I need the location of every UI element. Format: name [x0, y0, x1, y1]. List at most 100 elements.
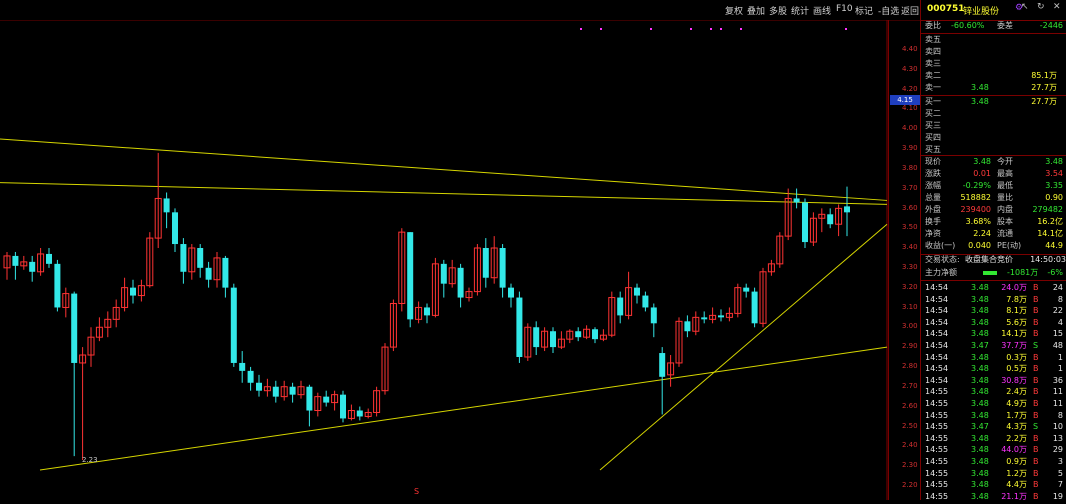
quote-value: 3.54: [1045, 169, 1063, 178]
tick-time: 14:55: [925, 491, 949, 500]
weibi-label: 委比: [925, 21, 941, 30]
toolbar-item-4[interactable]: 画线: [813, 4, 831, 17]
tick-row[interactable]: 14:55 3.48 4.4万 B 7: [921, 479, 1066, 490]
price-tick: 4.00: [902, 124, 918, 133]
tick-row[interactable]: 14:54 3.48 24.0万 B 24: [921, 282, 1066, 293]
current-price-marker: 4.15: [890, 94, 920, 105]
order-label: 卖一: [925, 83, 941, 92]
tick-row[interactable]: 14:55 3.48 4.9万 B 11: [921, 398, 1066, 409]
order-label: 卖二: [925, 71, 941, 80]
tick-row[interactable]: 14:54 3.48 5.6万 B 4: [921, 317, 1066, 328]
refresh-icon[interactable]: ↻: [1037, 2, 1045, 12]
order-label: 卖五: [925, 35, 941, 44]
candle-body: [827, 214, 834, 225]
tick-side: B: [1033, 306, 1039, 316]
candle-body: [642, 295, 649, 308]
close-icon[interactable]: ✕: [1053, 2, 1061, 12]
candle-body: [306, 386, 313, 411]
quote-label: 涨幅: [925, 181, 941, 190]
tick-side: B: [1033, 329, 1039, 339]
tick-row[interactable]: 14:54 3.48 30.8万 B 36: [921, 375, 1066, 386]
tick-volume: 5.6万: [1006, 317, 1027, 327]
tick-row[interactable]: 14:54 3.48 14.1万 B 15: [921, 328, 1066, 339]
candle-body: [718, 315, 724, 318]
candle-body: [46, 253, 52, 264]
tick-row[interactable]: 14:54 3.48 8.1万 B 22: [921, 305, 1066, 316]
quote-value: 3.35: [1045, 181, 1063, 190]
price-tick: 2.30: [902, 461, 918, 470]
signal-marker: [720, 28, 722, 30]
toolbar-item-1[interactable]: 叠加: [747, 4, 765, 17]
tick-count: 36: [1052, 375, 1063, 385]
tick-row[interactable]: 14:55 3.48 21.1万 B 19: [921, 491, 1066, 500]
signal-marker: [600, 28, 602, 30]
tick-time: 14:54: [925, 364, 949, 374]
buy-order-row: 买一 3.48 27.7万: [921, 96, 1066, 108]
candle-body: [180, 244, 187, 272]
toolbar-item-7[interactable]: -自选: [878, 4, 899, 17]
toolbar-item-3[interactable]: 统计: [791, 4, 809, 17]
quote-value: 2.24: [973, 229, 991, 238]
quote-row: 净资 2.24 流通 14.1亿: [921, 228, 1066, 240]
tick-side: B: [1033, 352, 1039, 362]
tick-row[interactable]: 14:54 3.48 7.8万 B 8: [921, 294, 1066, 305]
price-tick: 3.10: [902, 302, 918, 311]
toolbar-item-8[interactable]: 返回: [901, 4, 919, 17]
tick-row[interactable]: 14:55 3.47 4.3万 S 10: [921, 421, 1066, 432]
price-tick: 3.00: [902, 322, 918, 331]
restore-icon[interactable]: ↖: [1021, 2, 1029, 12]
tick-count: 1: [1057, 364, 1063, 374]
tick-price: 3.48: [971, 375, 989, 385]
tick-row[interactable]: 14:54 3.47 37.7万 S 48: [921, 340, 1066, 351]
tick-side: S: [1033, 422, 1039, 432]
tick-volume: 1.7万: [1006, 410, 1027, 420]
tick-row[interactable]: 14:54 3.48 0.3万 B 1: [921, 352, 1066, 363]
quote-label: 涨跌: [925, 169, 941, 178]
candle-body: [71, 293, 78, 363]
candlestick-chart[interactable]: 2.23 S: [0, 20, 888, 500]
toolbar-item-5[interactable]: F10: [836, 4, 853, 14]
candle-body: [356, 410, 363, 417]
tick-time: 14:54: [925, 341, 949, 350]
tick-row[interactable]: 14:54 3.48 0.5万 B 1: [921, 363, 1066, 374]
tick-price: 3.48: [971, 491, 989, 500]
tick-price: 3.48: [971, 294, 989, 304]
order-price: 3.48: [971, 97, 989, 106]
tick-time: 14:55: [925, 410, 949, 420]
tick-volume: 37.7万: [1001, 341, 1027, 350]
tick-row[interactable]: 14:55 3.48 2.4万 B 11: [921, 386, 1066, 397]
toolbar-item-0[interactable]: 复权: [725, 4, 743, 17]
tick-side: B: [1033, 399, 1039, 408]
tick-row[interactable]: 14:55 3.48 1.7万 B 8: [921, 410, 1066, 421]
tick-count: 4: [1057, 317, 1063, 327]
tick-side: B: [1033, 445, 1039, 455]
tick-time: 14:55: [925, 433, 949, 443]
price-tick: 2.90: [902, 342, 918, 351]
quote-value: -0.29%: [962, 181, 991, 190]
candle-body: [793, 198, 800, 203]
chart-canvas[interactable]: 2.23 S: [0, 20, 888, 500]
tick-row[interactable]: 14:55 3.48 1.2万 B 5: [921, 468, 1066, 479]
tick-side: B: [1033, 387, 1039, 397]
tick-row[interactable]: 14:55 3.48 44.0万 B 29: [921, 444, 1066, 455]
candle-body: [508, 287, 514, 298]
candle-body: [197, 248, 204, 268]
toolbar-item-6[interactable]: 标记: [855, 4, 873, 17]
toolbar-item-2[interactable]: 多股: [769, 4, 787, 17]
price-tick: 3.90: [902, 144, 918, 153]
buy-order-row: 买三: [921, 120, 1066, 132]
price-tick: 3.50: [902, 223, 918, 232]
tick-row[interactable]: 14:55 3.48 0.9万 B 3: [921, 456, 1066, 467]
tick-side: B: [1033, 364, 1039, 374]
buy-order-row: 买二: [921, 108, 1066, 120]
candle-body: [163, 198, 170, 213]
price-tick: 2.70: [902, 381, 918, 390]
candle-body: [256, 382, 262, 391]
quote-value: 0.90: [1045, 193, 1063, 202]
tick-row[interactable]: 14:55 3.48 2.2万 B 13: [921, 433, 1066, 444]
order-label: 买四: [925, 133, 941, 142]
trend-line: [39, 346, 888, 471]
weibi-row: 委比 -60.60% 委差 -2446: [921, 20, 1066, 32]
tick-side: B: [1033, 480, 1039, 490]
candle-body: [550, 331, 556, 348]
